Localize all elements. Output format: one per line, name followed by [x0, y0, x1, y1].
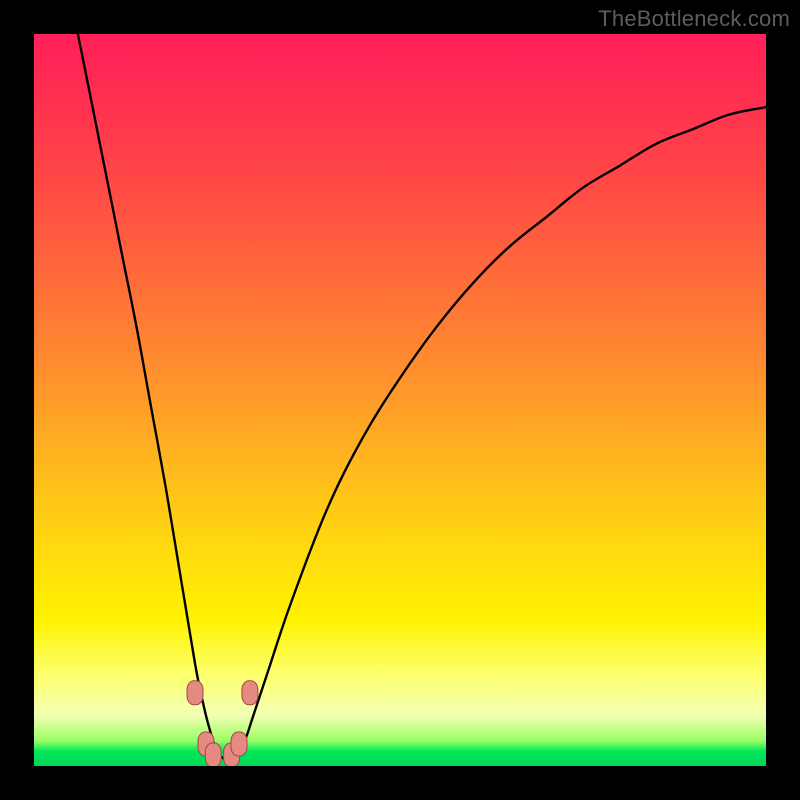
plot-area	[34, 34, 766, 766]
curve-markers	[187, 681, 258, 766]
curve-layer	[34, 34, 766, 766]
curve-marker	[242, 681, 258, 705]
curve-marker	[231, 732, 247, 756]
bottleneck-curve	[78, 34, 766, 760]
curve-marker	[187, 681, 203, 705]
watermark-text: TheBottleneck.com	[598, 6, 790, 32]
chart-frame: TheBottleneck.com	[0, 0, 800, 800]
curve-marker	[205, 743, 221, 766]
